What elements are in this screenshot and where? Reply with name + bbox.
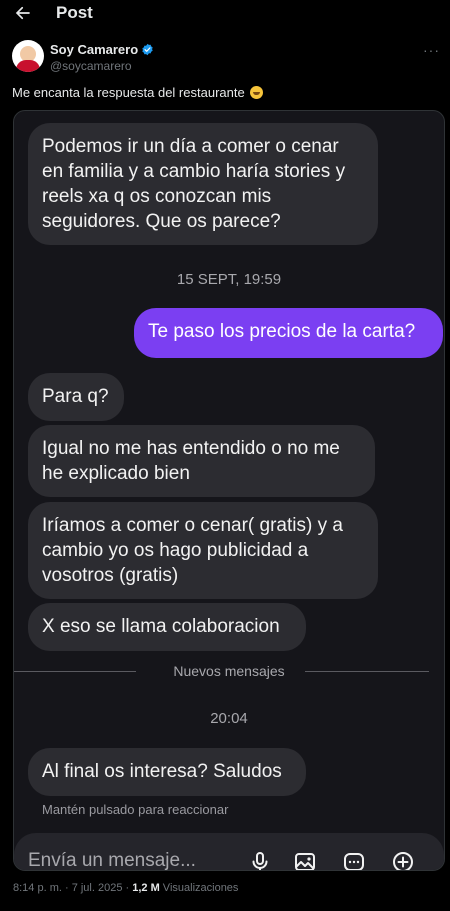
message-incoming: X eso se llama colaboracion: [28, 603, 306, 651]
sticker-icon[interactable]: [341, 849, 367, 870]
post-text-content: Me encanta la respuesta del restaurante: [12, 85, 245, 100]
top-bar: Post: [0, 0, 450, 30]
author-name[interactable]: Soy Camarero: [50, 42, 138, 57]
verified-badge-icon: [141, 43, 154, 56]
post-meta: 8:14 p. m. · 7 jul. 2025 · 1,2 M Visuali…: [13, 882, 238, 894]
microphone-icon[interactable]: [247, 849, 273, 870]
message-outgoing: Te paso los precios de la carta?: [134, 308, 443, 358]
avatar[interactable]: [12, 40, 44, 72]
views-count: 1,2 M: [132, 882, 160, 894]
message-incoming: Al final os interesa? Saludos: [28, 748, 306, 796]
image-icon[interactable]: [292, 849, 318, 870]
back-arrow-icon[interactable]: [12, 2, 34, 24]
message-incoming: Iríamos a comer o cenar( gratis) y a cam…: [28, 502, 378, 599]
views-label: Visualizaciones: [159, 882, 239, 894]
timestamp-separator: 20:04: [210, 710, 248, 727]
message-input-placeholder[interactable]: Envía un mensaje...: [28, 850, 196, 870]
message-composer[interactable]: Envía un mensaje...: [14, 833, 444, 870]
more-options-icon[interactable]: ···: [423, 42, 440, 58]
post-image-chat-screenshot[interactable]: Podemos ir un día a comer o cenar en fam…: [13, 110, 445, 871]
message-incoming: Podemos ir un día a comer o cenar en fam…: [28, 123, 378, 245]
post-text: Me encanta la respuesta del restaurante: [12, 85, 264, 100]
add-circle-icon[interactable]: [390, 849, 416, 870]
message-incoming: Para q?: [28, 373, 124, 421]
page-title: Post: [56, 3, 93, 22]
laughing-emoji-icon: [250, 86, 264, 99]
divider-line: [305, 671, 429, 672]
author-handle[interactable]: @soycamarero: [50, 59, 132, 73]
author-name-row[interactable]: Soy Camarero: [50, 42, 154, 57]
react-hint: Mantén pulsado para reaccionar: [42, 802, 229, 817]
message-incoming: Igual no me has entendido o no me he exp…: [28, 425, 375, 497]
post-timestamp[interactable]: 8:14 p. m. · 7 jul. 2025 ·: [13, 882, 132, 894]
timestamp-separator: 15 SEPT, 19:59: [176, 271, 282, 288]
post-author: Soy Camarero @soycamarero ···: [12, 40, 440, 76]
